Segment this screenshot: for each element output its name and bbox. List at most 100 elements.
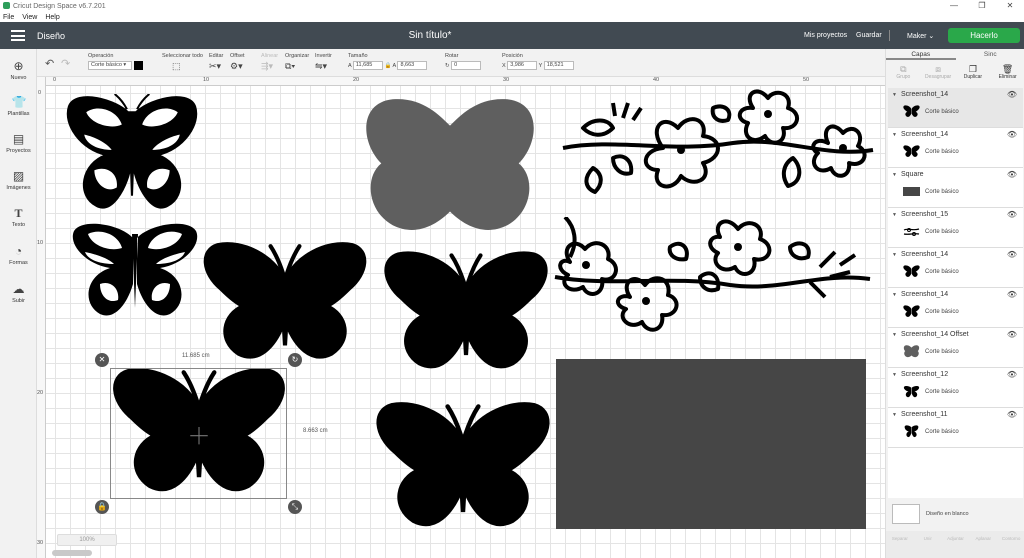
design-canvas[interactable]: 0 10 20 30 40 50 0 10 20 30 ✕ ↻ 🔒 ⤡ 11.6… [37, 77, 885, 558]
sidebar-item-projects[interactable]: ▤ Proyectos [0, 132, 37, 154]
weld-action[interactable]: Unir [914, 531, 942, 558]
layers-panel: Capas Sinc ⧉ Grupo ⧈ Desagrupar ❐ Duplicar … [885, 49, 1024, 558]
slice-action[interactable]: Separar [886, 531, 914, 558]
sidebar-item-templates[interactable]: 👕 Plantillas [0, 95, 37, 117]
edit-toolbar: ↶ ↷ Operación Corte básico ▾ Seleccionar… [37, 49, 885, 77]
image-icon: ▨ [12, 169, 25, 183]
layer-thumbnail [903, 145, 920, 157]
butterfly-offset-gray[interactable] [358, 97, 542, 239]
rotate-handle-icon[interactable]: ↻ [288, 353, 302, 367]
layer-item[interactable]: ▼ Screenshot_15 👁 Corte básico [888, 208, 1023, 248]
layer-thumbnail [903, 228, 920, 236]
my-projects-link[interactable]: Mis proyectos [804, 32, 847, 39]
undo-icon[interactable]: ↶ [45, 57, 54, 70]
layer-name: Screenshot_11 [901, 411, 948, 418]
delete-handle-icon[interactable]: ✕ [95, 353, 109, 367]
text-icon: T [14, 206, 23, 220]
lock-handle-icon[interactable]: 🔒 [95, 500, 109, 514]
align-icon[interactable]: ⇶▾ [261, 61, 273, 71]
tab-color-sync[interactable]: Sinc [956, 49, 1024, 60]
layer-item[interactable]: ▼ Screenshot_14 👁 Corte básico [888, 88, 1023, 128]
layer-thumbnail [903, 187, 920, 196]
eye-icon[interactable]: 👁 [1007, 130, 1017, 139]
ruler-tick: 30 [37, 540, 44, 546]
floral-border-bottom[interactable] [550, 217, 878, 353]
butterfly-solid-1[interactable] [202, 242, 368, 366]
sidebar-item-images[interactable]: ▨ Imágenes [0, 169, 37, 191]
butterfly-solid-2[interactable] [383, 251, 549, 376]
menu-help[interactable]: Help [45, 14, 59, 21]
eye-icon[interactable]: 👁 [1007, 410, 1017, 419]
make-it-button[interactable]: Hacerlo [948, 28, 1020, 43]
blank-canvas-swatch[interactable] [892, 504, 920, 524]
height-prefix: A [392, 62, 396, 69]
sidebar-item-new[interactable]: ⊕ Nuevo [0, 59, 37, 81]
lock-icon[interactable]: 🔒 [384, 63, 391, 69]
horizontal-scrollbar[interactable] [52, 550, 92, 556]
height-input[interactable]: 8,663 [397, 61, 428, 70]
select-all-icon[interactable]: ⬚ [172, 61, 181, 71]
zoom-control[interactable]: 100% [57, 534, 117, 546]
floral-border-top[interactable] [553, 88, 877, 224]
eye-icon[interactable]: 👁 [1007, 210, 1017, 219]
attach-action[interactable]: Adjuntar [942, 531, 970, 558]
delete-action[interactable]: 🗑 Eliminar [990, 61, 1024, 86]
sidebar-item-text[interactable]: T Texto [0, 206, 37, 228]
layer-item[interactable]: ▼ Square 👁 Corte básico [888, 168, 1023, 208]
y-input[interactable]: 18,521 [543, 61, 574, 70]
caret-icon: ▼ [892, 412, 897, 418]
tab-layers[interactable]: Capas [886, 49, 956, 60]
width-input[interactable]: 11,685 [352, 61, 383, 70]
flatten-action[interactable]: Aplanar [969, 531, 997, 558]
edit-label: Editar [209, 53, 224, 59]
group-action[interactable]: ⧉ Grupo [886, 61, 921, 86]
flip-icon[interactable]: ⇋▾ [315, 61, 327, 71]
layer-item[interactable]: ▼ Screenshot_14 👁 Corte básico [888, 248, 1023, 288]
top-navigation: Diseño Sin título* Mis proyectos Guardar… [0, 22, 1024, 49]
layer-item[interactable]: ▼ Screenshot_12 👁 Corte básico [888, 368, 1023, 408]
operation-select[interactable]: Corte básico ▾ [88, 61, 132, 70]
ruler-tick: 20 [37, 390, 44, 396]
arrange-label: Organizar [285, 53, 310, 59]
x-input[interactable]: 3,986 [507, 61, 538, 70]
width-prefix: A [348, 62, 352, 69]
eye-icon[interactable]: 👁 [1007, 250, 1017, 259]
contour-action[interactable]: Contorno [997, 531, 1024, 558]
eye-icon[interactable]: 👁 [1007, 90, 1017, 99]
eye-icon[interactable]: 👁 [1007, 170, 1017, 179]
redo-icon[interactable]: ↷ [61, 57, 70, 70]
duplicate-action[interactable]: ❐ Duplicar [956, 61, 991, 86]
machine-select[interactable]: Maker ⌄ [907, 32, 934, 40]
edit-icon[interactable]: ✂▾ [209, 61, 221, 71]
eye-icon[interactable]: 👁 [1007, 370, 1017, 379]
offset-icon[interactable]: ⚙▾ [230, 61, 243, 71]
sidebar-item-upload[interactable]: ☁ Subir [0, 282, 37, 304]
eye-icon[interactable]: 👁 [1007, 290, 1017, 299]
sidebar-item-shapes[interactable]: ◔ Formas [0, 244, 37, 266]
butterfly-outline-large[interactable] [65, 94, 199, 216]
nav-divider [889, 30, 890, 41]
menu-view[interactable]: View [22, 14, 37, 21]
layer-operation: Corte básico [925, 309, 959, 315]
layer-item[interactable]: ▼ Screenshot_11 👁 Corte básico [888, 408, 1023, 448]
butterfly-solid-3[interactable] [373, 402, 553, 534]
shirt-icon: 👕 [11, 95, 27, 109]
square-shape[interactable] [556, 359, 866, 529]
layer-item[interactable]: ▼ Screenshot_14 👁 Corte básico [888, 288, 1023, 328]
rotate-input[interactable]: 0 [451, 61, 482, 70]
menu-file[interactable]: File [3, 14, 14, 21]
close-window-button[interactable]: ✕ [996, 0, 1024, 12]
save-link[interactable]: Guardar [856, 32, 882, 39]
layer-item[interactable]: ▼ Screenshot_14 Offset 👁 Corte básico [888, 328, 1023, 368]
caret-icon: ▼ [892, 292, 897, 298]
ungroup-action[interactable]: ⧈ Desagrupar [921, 61, 956, 86]
action-label: Duplicar [963, 74, 983, 80]
arrange-icon[interactable]: ⧉▾ [285, 61, 295, 71]
resize-handle-icon[interactable]: ⤡ [288, 500, 302, 514]
butterfly-outline-medium[interactable] [70, 216, 200, 322]
color-swatch[interactable] [133, 61, 143, 70]
minimize-button[interactable]: — [940, 0, 968, 12]
layer-item[interactable]: ▼ Screenshot_14 👁 Corte básico [888, 128, 1023, 168]
maximize-button[interactable]: ❐ [968, 0, 996, 12]
eye-icon[interactable]: 👁 [1007, 330, 1017, 339]
